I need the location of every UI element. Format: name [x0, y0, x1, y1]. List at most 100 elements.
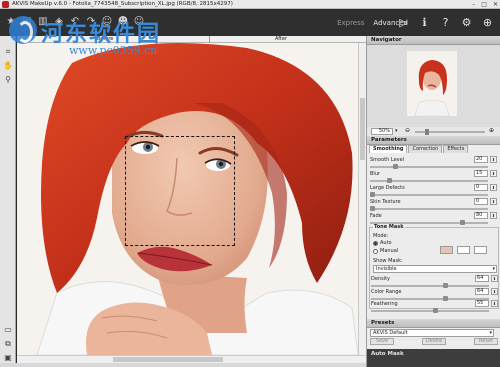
view-single-icon[interactable]: ▭ — [2, 324, 14, 335]
parameters-header[interactable]: Parameters — [367, 136, 500, 145]
blur-slider[interactable]: Blur 15 ⬍ — [370, 170, 498, 184]
horizontal-scrollbar[interactable] — [17, 355, 366, 363]
tab-correction[interactable]: Correction — [408, 145, 443, 153]
smooth-level-slider[interactable]: Smooth Level 20 ⬍ — [370, 156, 498, 170]
zoom-icon[interactable]: ⚲ — [2, 74, 14, 85]
density-value[interactable]: 64 — [475, 275, 489, 282]
show-mask-select[interactable]: Invisible ▾ — [373, 265, 497, 273]
save-preset-button[interactable]: Save — [370, 338, 394, 345]
blur-label: Blur — [370, 171, 381, 177]
vertical-scroll-thumb[interactable] — [360, 98, 365, 160]
tab-effects[interactable]: Effects — [443, 145, 469, 153]
save-image-icon[interactable]: ▤ — [20, 14, 34, 28]
face-icon[interactable]: ☺ — [100, 14, 114, 28]
zoom-in-icon[interactable]: ⊕ — [489, 127, 494, 134]
density-slider[interactable]: Density 64 ⬍ — [371, 275, 499, 289]
skin-texture-spinner[interactable]: ⬍ — [490, 198, 497, 205]
open-image-icon[interactable]: ★ — [4, 14, 18, 28]
feathering-slider[interactable]: Feathering 55 ⬍ — [371, 300, 499, 314]
density-track[interactable] — [371, 285, 489, 287]
feathering-label: Feathering — [371, 301, 398, 307]
before-tab[interactable]: Before — [97, 36, 113, 42]
smooth-level-value[interactable]: 20 — [474, 156, 488, 163]
share-icon[interactable]: ◈ — [52, 14, 66, 28]
skin-texture-knob[interactable] — [370, 206, 375, 211]
selection-frame[interactable] — [125, 136, 235, 246]
blur-knob[interactable] — [387, 178, 392, 183]
manual-radio-dot[interactable] — [373, 248, 378, 254]
large-defects-knob[interactable] — [370, 192, 375, 197]
main-toolbar: ★ ▤ ▥ ◈ ↶ ↷ ☺ ☻ ☺ Express Advanced ▷ ℹ ?… — [0, 10, 500, 36]
crop-icon[interactable]: ⌗ — [2, 46, 14, 57]
auto-mask-header[interactable]: Auto Mask — [367, 349, 500, 367]
smooth-level-spinner[interactable]: ⬍ — [490, 156, 497, 163]
tone-swatch-2[interactable] — [457, 246, 470, 254]
mode-manual-radio[interactable]: Manual — [373, 248, 398, 254]
view-split-icon[interactable]: ⧉ — [2, 338, 14, 349]
feathering-spinner[interactable]: ⬍ — [491, 300, 498, 307]
horizontal-scroll-thumb[interactable] — [113, 357, 223, 362]
feathering-value[interactable]: 55 — [475, 300, 489, 307]
show-mask-value: Invisible — [376, 266, 397, 272]
skin-texture-track[interactable] — [370, 208, 488, 210]
minimize-button[interactable]: – — [472, 1, 475, 8]
large-defects-value[interactable]: 0 — [474, 184, 488, 191]
hand-icon[interactable]: ✋ — [2, 60, 14, 71]
zoom-dropdown-icon[interactable]: ▾ — [395, 128, 398, 134]
auto-radio-dot[interactable] — [373, 240, 378, 246]
fade-spinner[interactable]: ⬍ — [490, 212, 497, 219]
zoom-out-icon[interactable]: ⊖ — [405, 127, 410, 134]
delete-preset-button[interactable]: Delete — [422, 338, 446, 345]
color-range-value[interactable]: 64 — [475, 288, 489, 295]
run-icon[interactable]: ▷ — [397, 16, 410, 29]
zoom-slider-knob[interactable] — [425, 129, 429, 135]
close-button[interactable]: ✕ — [493, 1, 498, 8]
fade-value[interactable]: 80 — [474, 212, 488, 219]
smooth-level-knob[interactable] — [393, 164, 398, 169]
image-canvas[interactable] — [17, 43, 358, 355]
zoom-level-field[interactable]: 50% — [371, 128, 393, 135]
blur-value[interactable]: 15 — [474, 170, 488, 177]
large-defects-spinner[interactable]: ⬍ — [490, 184, 497, 191]
navigator-header[interactable]: Navigator — [367, 36, 500, 45]
tab-smoothing[interactable]: Smoothing — [369, 145, 408, 153]
help-icon[interactable]: ? — [439, 16, 452, 29]
preset-select[interactable]: AKVIS Default ▾ — [370, 329, 494, 337]
face-outline-icon[interactable]: ☻ — [116, 14, 130, 28]
skin-texture-slider[interactable]: Skin Texture 0 ⬍ — [370, 198, 498, 212]
feathering-knob[interactable] — [433, 308, 438, 313]
feathering-track[interactable] — [371, 310, 489, 312]
large-defects-slider[interactable]: Large Defects 0 ⬍ — [370, 184, 498, 198]
tone-mask-title: Tone Mask — [373, 224, 405, 230]
tone-swatch-3[interactable] — [474, 246, 487, 254]
chevron-down-icon: ▾ — [489, 330, 492, 336]
show-mask-label: Show Mask: — [373, 258, 403, 264]
after-tab[interactable]: After — [275, 36, 287, 42]
tone-mask-group: Tone Mask Mode: Auto Manual Show Mask: I… — [369, 224, 499, 313]
maximize-button[interactable]: □ — [481, 1, 487, 8]
vertical-scrollbar[interactable] — [358, 43, 366, 355]
redo-icon[interactable]: ↷ — [84, 14, 98, 28]
smooth-level-track[interactable] — [370, 166, 488, 168]
settings-gear-icon[interactable]: ⚙ — [460, 16, 473, 29]
batch-icon[interactable]: ⊕ — [481, 16, 494, 29]
skin-texture-value[interactable]: 0 — [474, 198, 488, 205]
view-toggle-icon[interactable]: ▣ — [2, 352, 14, 363]
fade-knob[interactable] — [460, 220, 465, 225]
skin-tone-swatch[interactable] — [440, 246, 453, 254]
print-icon[interactable]: ▥ — [36, 14, 50, 28]
mode-auto-radio[interactable]: Auto — [373, 240, 392, 246]
info-icon[interactable]: ℹ — [418, 16, 431, 29]
undo-icon[interactable]: ↶ — [68, 14, 82, 28]
reset-preset-button[interactable]: Reset — [474, 338, 498, 345]
large-defects-track[interactable] — [370, 194, 488, 196]
color-range-spinner[interactable]: ⬍ — [491, 288, 498, 295]
express-mode-tab[interactable]: Express — [337, 19, 364, 27]
presets-header[interactable]: Presets — [367, 319, 500, 328]
chevron-down-icon: ▾ — [492, 266, 495, 272]
face-mask-icon[interactable]: ☺ — [132, 14, 146, 28]
density-spinner[interactable]: ⬍ — [491, 275, 498, 282]
navigator-preview — [367, 45, 500, 127]
navigator-thumbnail[interactable] — [407, 51, 457, 116]
blur-spinner[interactable]: ⬍ — [490, 170, 497, 177]
